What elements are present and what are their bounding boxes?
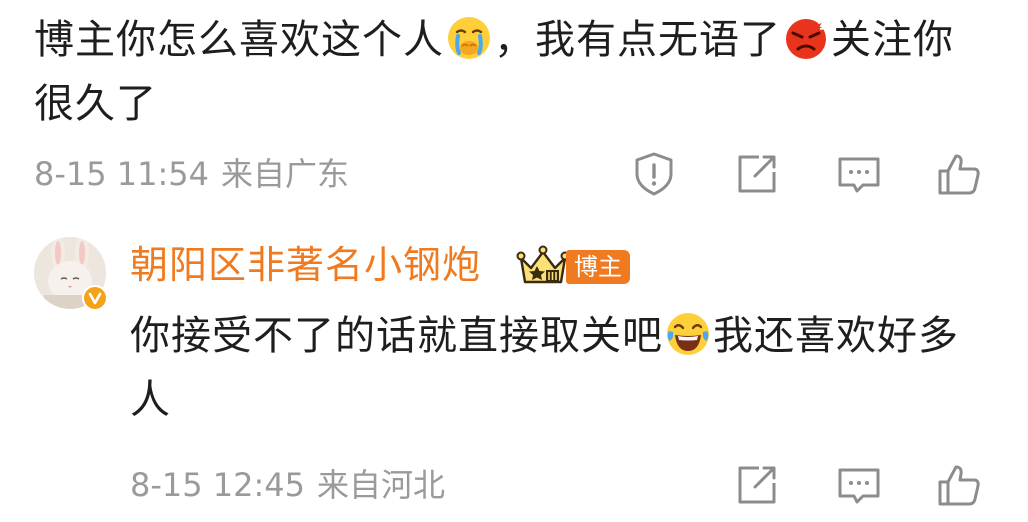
reply-text: 你接受不了的话就直接取关吧 我还喜欢好多人 xyxy=(130,313,959,423)
angry-face-emoji xyxy=(786,17,829,59)
like-icon[interactable] xyxy=(935,461,983,509)
repost-icon[interactable] xyxy=(733,461,781,509)
crying-face-emoji xyxy=(448,17,490,59)
crown-icon xyxy=(516,245,570,284)
comment-text: 博主你怎么喜欢这个人 ，我有点无语了 关注你很久了 xyxy=(34,17,954,127)
repost-icon[interactable] xyxy=(733,150,781,198)
comment-thread: 博主你怎么喜欢这个人 ，我有点无语了 关注你很久了 8-15 11:54 来自广东 xyxy=(0,0,1028,522)
laughing-tears-emoji xyxy=(667,313,709,355)
comment-meta: 8-15 11:54 来自广东 xyxy=(34,150,361,198)
comment-icon[interactable] xyxy=(835,461,883,509)
avatar[interactable] xyxy=(34,237,108,311)
like-icon[interactable] xyxy=(935,150,983,198)
reply-author-name[interactable]: 朝阳区非著名小钢炮 xyxy=(130,238,481,292)
reply-date: 8-15 12:45 xyxy=(130,466,306,504)
reply-meta: 8-15 12:45 来自河北 xyxy=(130,461,457,509)
blogger-badge: 博主 xyxy=(566,250,630,284)
comment-icon[interactable] xyxy=(835,150,883,198)
report-icon[interactable] xyxy=(630,150,678,198)
verified-badge-icon xyxy=(82,285,108,311)
comment-location: 来自广东 xyxy=(221,155,350,193)
comment-date: 8-15 11:54 xyxy=(34,155,210,193)
reply-location: 来自河北 xyxy=(317,466,446,504)
